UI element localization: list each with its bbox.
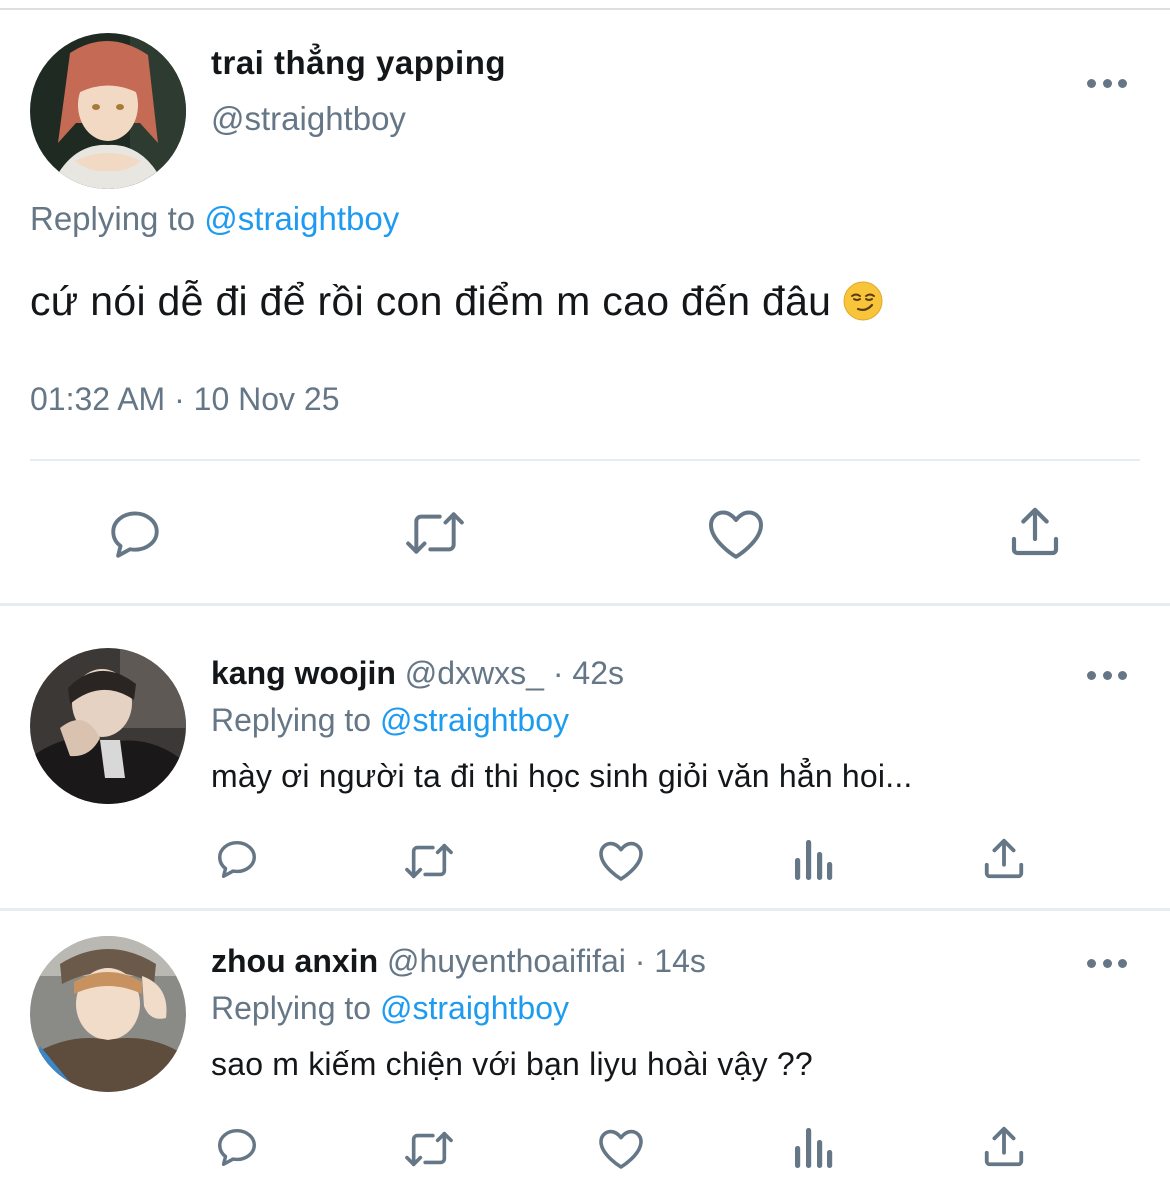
replying-handle-link[interactable]: @straightboy bbox=[204, 200, 399, 237]
top-divider bbox=[0, 8, 1170, 10]
share-icon[interactable] bbox=[981, 836, 1027, 882]
main-tweet-more-icon[interactable] bbox=[1087, 76, 1127, 90]
analytics-icon[interactable] bbox=[793, 838, 833, 882]
reply-avatar[interactable] bbox=[30, 936, 186, 1092]
replying-prefix: Replying to bbox=[211, 702, 372, 738]
reply-divider bbox=[0, 908, 1170, 911]
reply-display-name[interactable]: kang woojin bbox=[211, 655, 396, 691]
reply-handle-time[interactable]: @dxwxs_ · 42s bbox=[405, 655, 624, 691]
retweet-icon[interactable] bbox=[403, 1126, 455, 1172]
analytics-icon[interactable] bbox=[793, 1126, 833, 1170]
retweet-icon[interactable] bbox=[403, 838, 455, 884]
main-tweet-replying-to: Replying to @straightboy bbox=[30, 200, 399, 238]
reply-handle-time[interactable]: @huyenthoaififai · 14s bbox=[387, 943, 706, 979]
replying-handle-link[interactable]: @straightboy bbox=[380, 990, 569, 1026]
reply-display-name[interactable]: zhou anxin bbox=[211, 943, 378, 979]
main-tweet-handle[interactable]: @straightboy bbox=[211, 100, 406, 138]
share-icon[interactable] bbox=[1007, 503, 1063, 561]
main-tweet-text: cứ nói dễ đi để rồi con điểm m cao đến đ… bbox=[30, 278, 883, 325]
section-divider bbox=[0, 603, 1170, 606]
reply-more-icon[interactable] bbox=[1087, 956, 1127, 970]
replying-prefix: Replying to bbox=[30, 200, 196, 237]
reply-replying-to: Replying to @straightboy bbox=[211, 702, 569, 739]
like-icon[interactable] bbox=[597, 1125, 645, 1171]
reply-more-icon[interactable] bbox=[1087, 668, 1127, 682]
reply-header: kang woojin @dxwxs_ · 42s bbox=[211, 655, 624, 692]
main-tweet-body: cứ nói dễ đi để rồi con điểm m cao đến đ… bbox=[30, 278, 832, 324]
main-tweet-timestamp[interactable]: 01:32 AM · 10 Nov 25 bbox=[30, 381, 340, 418]
main-tweet-display-name[interactable]: trai thẳng yapping bbox=[211, 44, 506, 82]
like-icon[interactable] bbox=[706, 505, 766, 561]
reply-text: sao m kiếm chiện với bạn liyu hoài vậy ?… bbox=[211, 1046, 813, 1082]
main-tweet-avatar[interactable] bbox=[30, 33, 186, 189]
reply-icon[interactable] bbox=[214, 836, 260, 882]
smirking-face-icon bbox=[843, 281, 883, 321]
reply-icon[interactable] bbox=[214, 1124, 260, 1170]
main-tweet-divider bbox=[30, 459, 1140, 461]
replying-handle-link[interactable]: @straightboy bbox=[380, 702, 569, 738]
share-icon[interactable] bbox=[981, 1124, 1027, 1170]
reply-replying-to: Replying to @straightboy bbox=[211, 990, 569, 1027]
replying-prefix: Replying to bbox=[211, 990, 372, 1026]
reply-text: mày ơi người ta đi thi học sinh giỏi văn… bbox=[211, 758, 913, 794]
reply-icon[interactable] bbox=[106, 505, 164, 563]
reply-header: zhou anxin @huyenthoaififai · 14s bbox=[211, 943, 706, 980]
retweet-icon[interactable] bbox=[404, 505, 466, 561]
like-icon[interactable] bbox=[597, 837, 645, 883]
reply-avatar[interactable] bbox=[30, 648, 186, 804]
